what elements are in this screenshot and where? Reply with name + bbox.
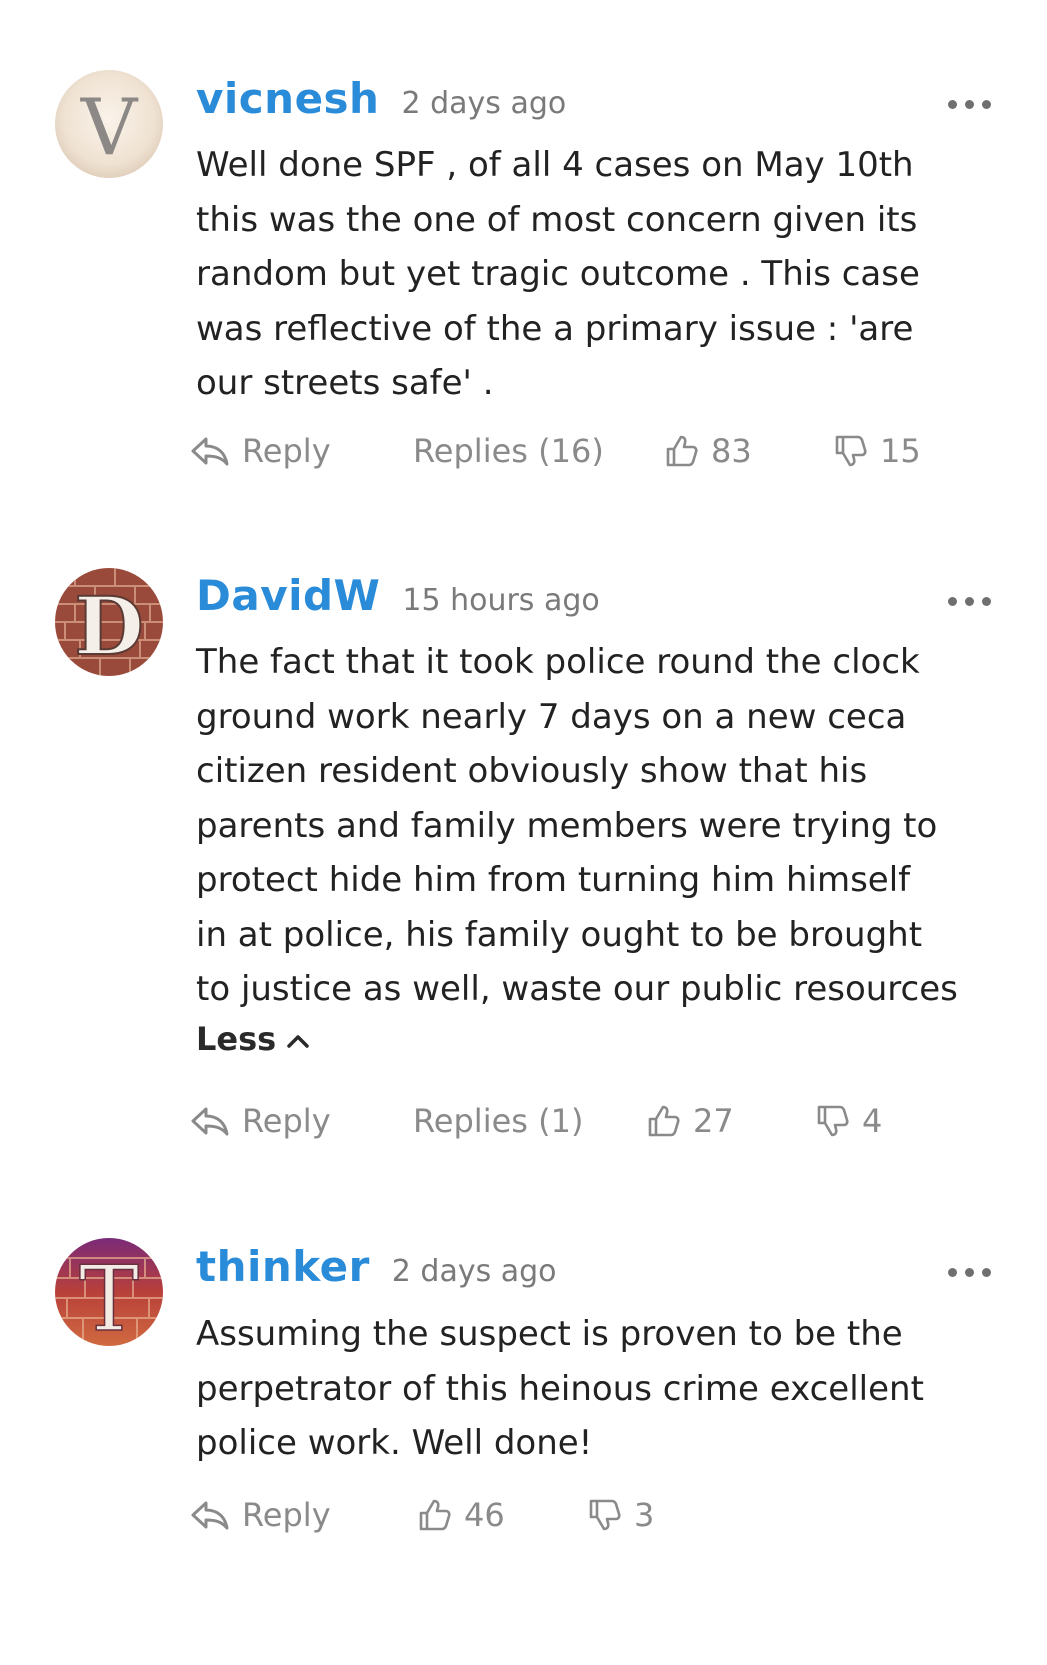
like-count: 27 [693,1102,734,1140]
dislike-count: 3 [634,1496,655,1534]
chevron-up-icon [287,1035,309,1048]
reply-button[interactable]: Reply [190,432,331,470]
comment-timestamp: 2 days ago [391,1254,557,1289]
replies-label: Replies (16) [413,432,604,470]
avatar[interactable]: D [55,568,163,676]
reply-label: Reply [242,432,331,470]
less-toggle[interactable]: Less [196,1020,310,1058]
comment-timestamp: 2 days ago [401,86,567,121]
reply-button[interactable]: Reply [190,1102,331,1140]
svg-text:D: D [74,579,143,673]
username[interactable]: DavidW 15 hours ago [196,571,600,620]
dislike-count: 4 [862,1102,883,1140]
reply-label: Reply [242,1496,331,1534]
reply-arrow-icon [191,437,229,466]
dislike-count: 15 [880,432,921,470]
reply-arrow-icon [191,1501,229,1530]
username[interactable]: thinker 2 days ago [196,1242,557,1291]
thumbs-up-icon [648,1105,680,1137]
username-link[interactable]: DavidW [196,571,380,620]
like-button[interactable]: 27 [647,1102,734,1140]
less-label: Less [196,1020,277,1058]
username-link[interactable]: vicnesh [196,74,379,123]
thumbs-up-icon [419,1499,451,1531]
like-count: 83 [711,432,752,470]
avatar[interactable]: V [55,70,163,178]
thumbs-up-icon [666,435,698,467]
more-options-icon[interactable] [948,1262,992,1282]
reply-arrow-icon [191,1107,229,1136]
avatar[interactable]: T [55,1238,163,1346]
replies-button[interactable]: Replies (16) [413,432,604,470]
replies-button[interactable]: Replies (1) [413,1102,583,1140]
thumbs-down-icon [589,1499,621,1531]
comment-body: Assuming the suspect is proven to be the… [196,1314,924,1463]
dislike-button[interactable]: 4 [816,1102,882,1140]
more-options-icon[interactable] [948,94,992,114]
username[interactable]: vicnesh 2 days ago [196,74,566,123]
comment-body: The fact that it took police round the c… [196,642,958,1009]
like-button[interactable]: 83 [665,432,752,470]
comment-body: Well done SPF , of all 4 cases on May 10… [196,145,920,403]
replies-label: Replies (1) [413,1102,584,1140]
like-count: 46 [464,1496,505,1534]
dislike-button[interactable]: 15 [834,432,921,470]
svg-text:V: V [80,83,139,173]
thumbs-down-icon [835,435,867,467]
reply-button[interactable]: Reply [190,1496,331,1534]
svg-text:T: T [79,1247,139,1346]
reply-label: Reply [242,1102,331,1140]
dislike-button[interactable]: 3 [588,1496,654,1534]
more-options-icon[interactable] [948,591,992,611]
thumbs-down-icon [817,1105,849,1137]
username-link[interactable]: thinker [196,1242,370,1291]
comment-timestamp: 15 hours ago [402,583,600,618]
like-button[interactable]: 46 [418,1496,505,1534]
